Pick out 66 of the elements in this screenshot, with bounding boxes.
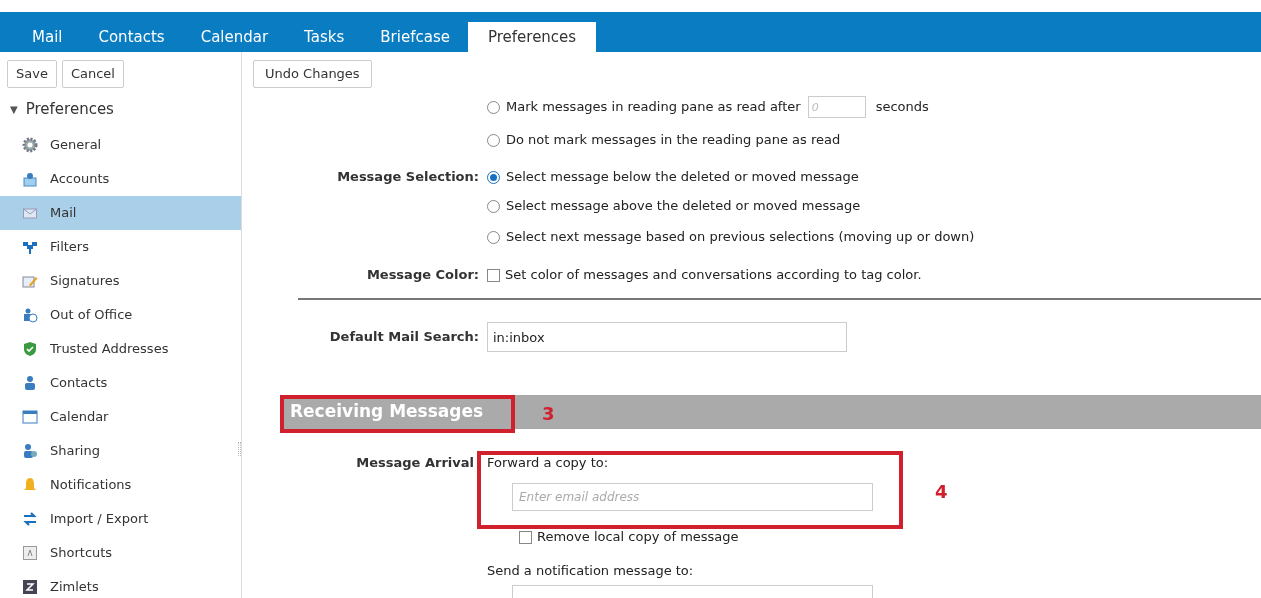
- pencil-paper-icon: [22, 273, 38, 289]
- email-field[interactable]: Enter email address: [512, 483, 873, 511]
- search-field[interactable]: in:inbox: [487, 322, 847, 352]
- toolbar-button[interactable]: Save: [7, 60, 57, 88]
- tab[interactable]: Preferences: [467, 22, 597, 52]
- option-label: Do not mark messages in the reading pane as read: [506, 131, 841, 150]
- person-icon: [22, 375, 38, 391]
- sidebar-item[interactable]: General: [0, 128, 241, 162]
- field-label: Message Selection:: [337, 169, 479, 185]
- sidebar-item[interactable]: Zimlets: [0, 570, 241, 598]
- field-label: Message Color:: [366, 267, 479, 283]
- sidebar-item[interactable]: Out of Office: [0, 298, 241, 332]
- option-label: Select next message based on previous selections (moving up or down): [506, 228, 975, 247]
- radio-button[interactable]: [487, 230, 500, 244]
- sidebar-item[interactable]: Trusted Addresses: [0, 332, 241, 366]
- sidebar-item[interactable]: Sharing: [0, 434, 241, 468]
- radio-button[interactable]: [487, 100, 500, 114]
- toolbar-button[interactable]: Undo Changes: [253, 60, 372, 88]
- radio-button[interactable]: [487, 170, 500, 184]
- option-label: Mark messages in reading pane as read after: [506, 98, 801, 117]
- sidebar-item[interactable]: Shortcuts: [0, 536, 241, 570]
- field-label: Default Mail Search:: [329, 329, 479, 345]
- field-label: Message Arrival: [356, 455, 474, 471]
- checkbox-label: Remove local copy of message: [537, 528, 739, 547]
- radio-button[interactable]: [487, 199, 500, 213]
- checkbox[interactable]: [487, 268, 500, 282]
- sidebar-item[interactable]: Mail: [0, 196, 241, 230]
- sidebar-item[interactable]: Notifications: [0, 468, 241, 502]
- calendar-icon: [22, 409, 38, 425]
- radio-button[interactable]: [487, 133, 500, 147]
- tab[interactable]: Calendar: [182, 22, 287, 52]
- sidebar-item[interactable]: Calendar: [0, 400, 241, 434]
- tab[interactable]: Contacts: [80, 22, 183, 52]
- field-label: Forward a copy to:: [487, 454, 609, 473]
- tree-heading: Preferences: [25, 98, 114, 120]
- bell-icon: [22, 477, 38, 493]
- person-envelope-icon: [22, 171, 38, 187]
- keyboard-key-icon: [22, 545, 38, 561]
- option-label: Select message below the deleted or moved message: [506, 168, 859, 187]
- letter-tile-icon: [22, 579, 38, 595]
- tab[interactable]: Mail: [14, 22, 81, 52]
- annotation-number: 3: [542, 402, 555, 426]
- arrows-icon: [22, 511, 38, 527]
- seconds-field[interactable]: 0: [807, 96, 866, 118]
- people-icon: [22, 443, 38, 459]
- envelope-icon: [22, 205, 38, 221]
- gear-icon: [22, 137, 38, 153]
- shield-icon: [22, 341, 38, 357]
- caret-icon[interactable]: ▼: [10, 101, 18, 117]
- toolbar-button[interactable]: Cancel: [61, 60, 124, 88]
- checkbox[interactable]: [519, 530, 532, 544]
- sidebar-item[interactable]: Import / Export: [0, 502, 241, 536]
- funnel-icon: [22, 239, 38, 255]
- unit-label: seconds: [875, 98, 929, 117]
- sidebar-item[interactable]: Accounts: [0, 162, 241, 196]
- field-label: Send a notification message to:: [487, 563, 694, 579]
- sidebar-item[interactable]: Contacts: [0, 366, 241, 400]
- annotation-number: 4: [935, 480, 948, 504]
- tab[interactable]: Tasks: [286, 22, 363, 52]
- option-label: Select message above the deleted or moved message: [506, 197, 861, 216]
- person-clock-icon: [22, 307, 38, 323]
- tab[interactable]: Briefcase: [362, 22, 468, 52]
- sidebar-item[interactable]: Filters: [0, 230, 241, 264]
- sidebar-item[interactable]: Signatures: [0, 264, 241, 298]
- checkbox-label: Set color of messages and conversations according to tag color.: [505, 266, 922, 285]
- resize-handle[interactable]: [238, 442, 241, 456]
